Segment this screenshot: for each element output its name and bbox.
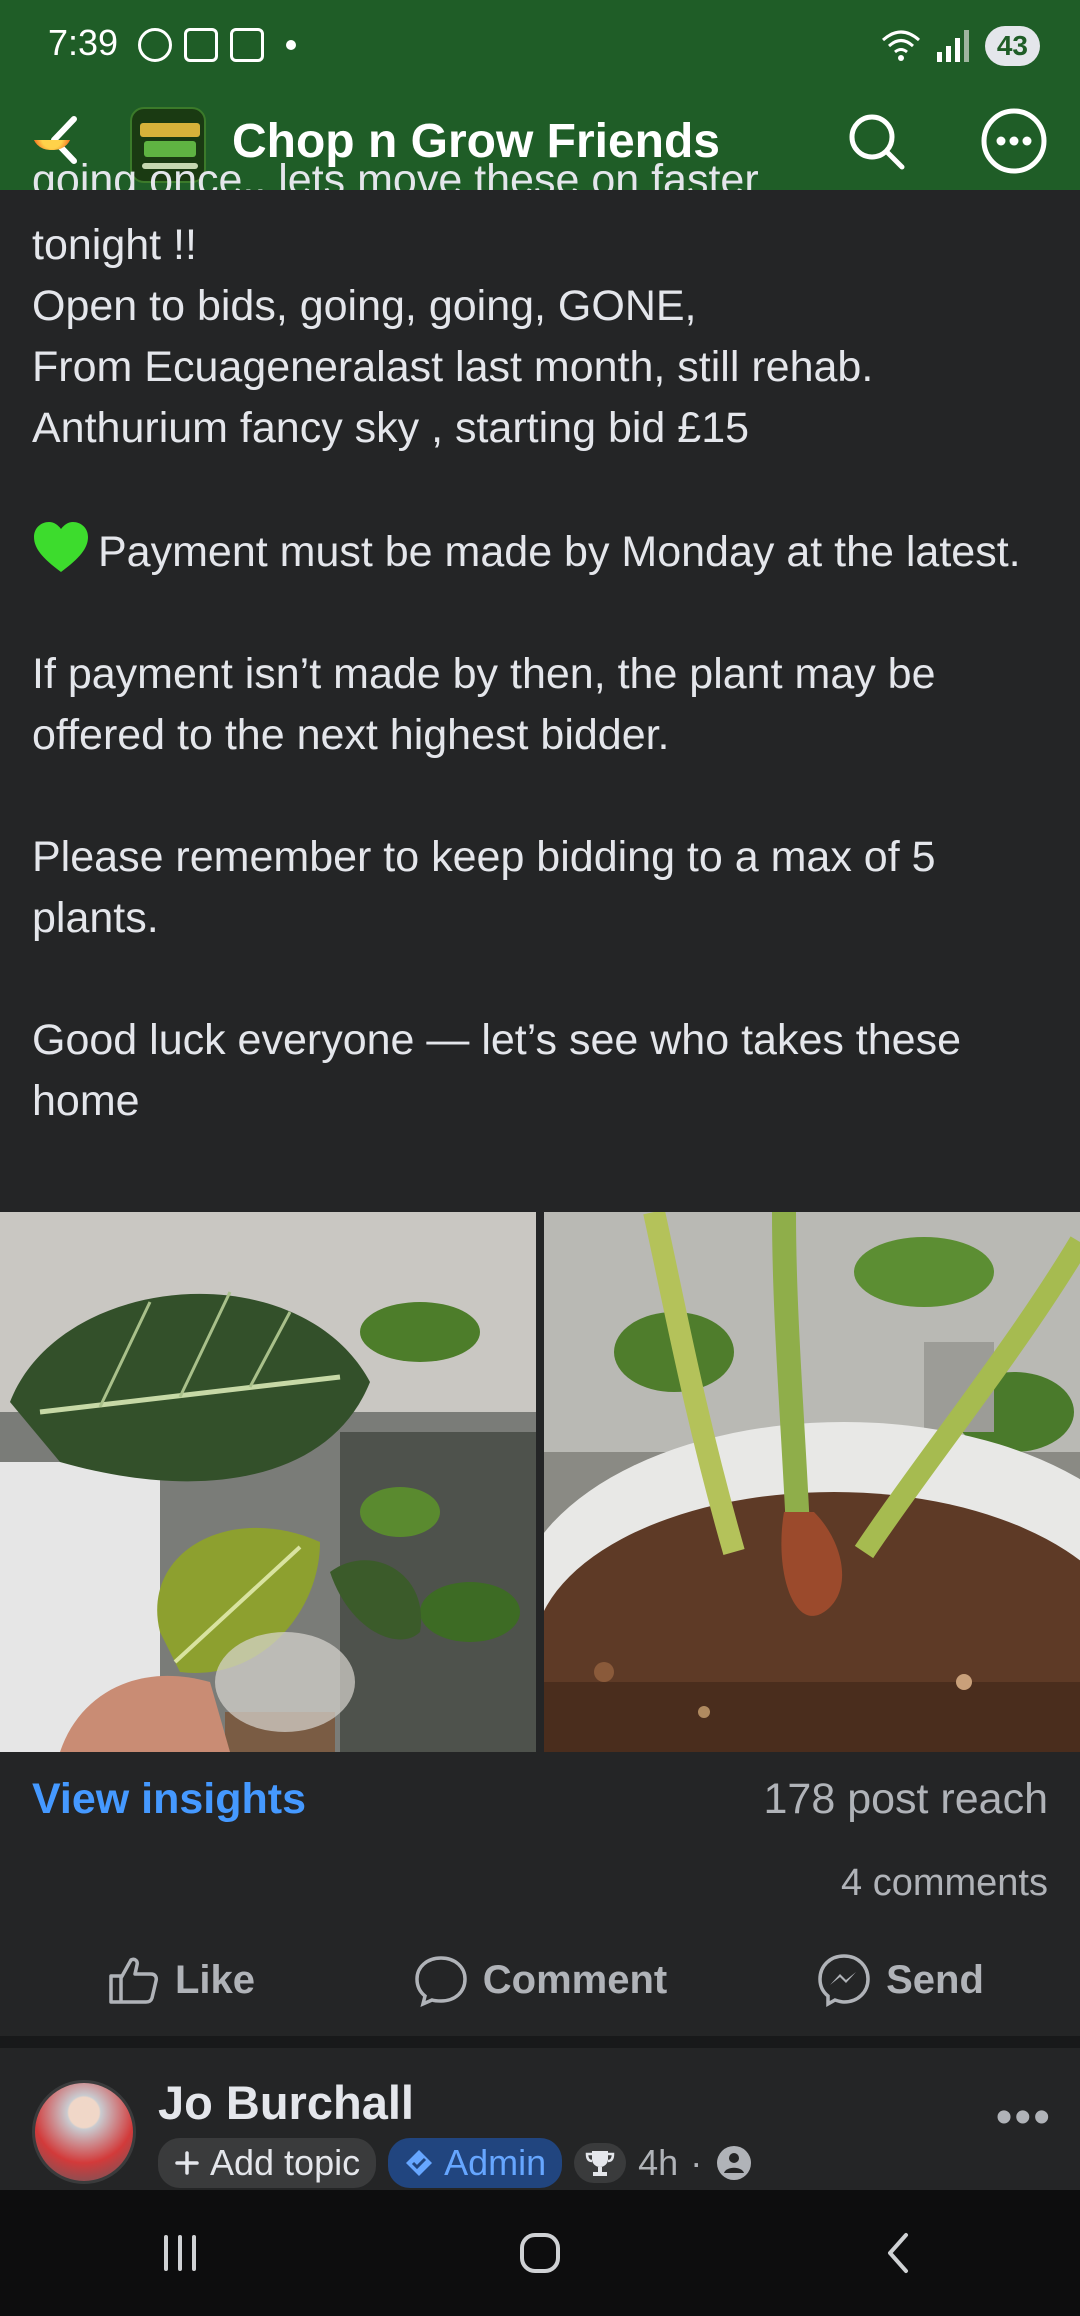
messenger-send-icon [818, 1954, 870, 2008]
status-bar: 7:39 43 [0, 0, 1080, 95]
post-line: From Ecuageneralast last month, still re… [32, 343, 874, 391]
post-body: tonight !! Open to bids, going, going, G… [32, 215, 1052, 1132]
system-navigation-bar [0, 2190, 1080, 2316]
clipped-line-text: going once.. lets move these on faster [32, 156, 759, 190]
post-time: 4h [638, 2142, 679, 2183]
post-paragraph: Good luck everyone — let’s see who takes… [32, 1016, 973, 1125]
screenshot-icon [184, 28, 218, 62]
notification-dot-icon [286, 40, 296, 50]
admin-label: Admin [444, 2142, 547, 2183]
post-photos [0, 1212, 1080, 1752]
shop-icon [230, 28, 264, 62]
thumbs-up-icon [109, 1957, 158, 2004]
status-right: 43 [881, 26, 1040, 66]
view-insights-link[interactable]: View insights [32, 1775, 306, 1824]
admin-badge: Admin [388, 2138, 563, 2188]
add-topic-button[interactable]: Add topic [158, 2138, 377, 2188]
green-heart-icon [34, 522, 88, 572]
recent-apps-icon[interactable] [150, 2223, 210, 2283]
more-options-icon[interactable] [976, 103, 1052, 179]
trophy-badge [574, 2143, 627, 2183]
author-name[interactable]: Jo Burchall [158, 2075, 414, 2130]
comment-label: Comment [482, 1957, 668, 2002]
avatar[interactable] [32, 2080, 136, 2184]
comment-icon [415, 1956, 467, 2008]
signal-icon [936, 30, 969, 62]
post-line: tonight !! [32, 221, 197, 269]
status-time: 7:39 [48, 22, 119, 63]
wifi-icon [881, 30, 920, 61]
admin-shield-icon [406, 2150, 433, 2176]
home-icon[interactable] [510, 2223, 570, 2283]
comments-count[interactable]: 4 comments [841, 1862, 1048, 1905]
fire-emoji-icon [32, 140, 72, 150]
trophy-icon [585, 2151, 615, 2176]
plus-icon [175, 2151, 199, 2175]
comment-button[interactable]: Comment [360, 1940, 720, 2020]
post-actions: Like Comment Send [0, 1940, 1080, 2020]
payment-paragraph: Payment must be made by Monday at the la… [32, 520, 1052, 583]
like-button[interactable]: Like [0, 1940, 360, 2020]
post-paragraph: Please remember to keep bidding to a max… [32, 833, 948, 942]
like-label: Like [174, 1957, 256, 2002]
battery-indicator: 43 [984, 26, 1040, 66]
post-reach: 178 post reach [763, 1775, 1048, 1823]
post-line: Open to bids, going, going, GONE, [32, 282, 697, 330]
back-nav-icon[interactable] [870, 2223, 930, 2283]
payment-text: Payment must be made by Monday at the la… [98, 528, 1021, 576]
post-line: Anthurium fancy sky , starting bid £15 [32, 404, 750, 452]
send-label: Send [886, 1957, 984, 2002]
clipped-text-line: going once.. lets move these on faster [32, 140, 759, 190]
logo-stripe [140, 123, 200, 137]
post-divider [0, 2036, 1080, 2048]
plant-photo-left[interactable] [0, 1212, 536, 1752]
separator-dot: · [690, 2142, 703, 2183]
post-meta: Add topic Admin 4h · [158, 2138, 754, 2188]
add-topic-label: Add topic [210, 2142, 361, 2183]
post-paragraph: If payment isn’t made by then, the plant… [32, 650, 948, 759]
search-icon[interactable] [840, 105, 912, 177]
post-more-options[interactable]: ••• [996, 2090, 1052, 2145]
messenger-icon [138, 28, 172, 62]
group-privacy-icon [717, 2146, 752, 2180]
plant-photo-right[interactable] [544, 1212, 1080, 1752]
status-notification-icons [138, 28, 296, 62]
send-button[interactable]: Send [720, 1940, 1080, 2020]
